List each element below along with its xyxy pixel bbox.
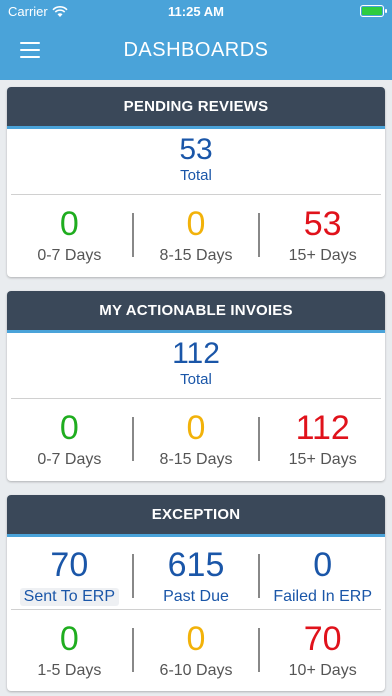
exception-past-due[interactable]: 615 Past Due [134,546,259,606]
pending-reviews-buckets: 0 0-7 Days 0 8-15 Days 53 15+ Days [7,195,385,275]
actionable-invoices-card[interactable]: MY ACTIONABLE INVOIES 112 Total 0 0-7 Da… [7,291,385,481]
exception-title: EXCEPTION [7,495,385,537]
bucket-6-10-days[interactable]: 0 6-10 Days [134,620,259,680]
bucket-value: 0 [186,205,206,243]
bucket-8-15-days[interactable]: 0 8-15 Days [134,409,259,469]
bucket-label: 10+ Days [288,662,357,679]
exception-summary: 70 Sent To ERP 615 Past Due 0 Failed In … [7,537,385,609]
summary-value: 0 [313,546,333,584]
bucket-value: 0 [59,409,79,447]
actionable-invoices-total-value: 112 [172,337,220,370]
battery-icon [360,5,387,17]
bucket-value: 53 [303,205,342,243]
pending-reviews-total-value: 53 [179,133,213,166]
pending-reviews-total-label: Total [180,167,212,184]
bucket-0-7-days[interactable]: 0 0-7 Days [7,409,132,469]
exception-failed-in-erp[interactable]: 0 Failed In ERP [260,546,385,606]
bucket-value: 112 [295,409,350,447]
pending-reviews-card[interactable]: PENDING REVIEWS 53 Total 0 0-7 Days 0 8-… [7,87,385,277]
bucket-label: 15+ Days [288,247,357,264]
pending-reviews-title: PENDING REVIEWS [7,87,385,129]
bucket-value: 0 [59,205,79,243]
bucket-label: 8-15 Days [159,451,233,468]
summary-label: Sent To ERP [19,588,119,606]
clock: 11:25 AM [168,4,224,19]
bucket-0-7-days[interactable]: 0 0-7 Days [7,205,132,265]
bucket-1-5-days[interactable]: 0 1-5 Days [7,620,132,680]
bucket-value: 0 [186,409,206,447]
actionable-invoices-total-label: Total [180,371,212,388]
bucket-value: 0 [59,620,79,658]
bucket-15-plus-days[interactable]: 112 15+ Days [260,409,385,469]
bucket-8-15-days[interactable]: 0 8-15 Days [134,205,259,265]
bucket-label: 15+ Days [288,451,357,468]
bucket-label: 6-10 Days [159,662,233,679]
bucket-label: 0-7 Days [37,247,102,264]
app-header: Carrier 11:25 AM DASHBOARDS [0,0,392,80]
bucket-value: 0 [186,620,206,658]
pending-reviews-total[interactable]: 53 Total [7,129,385,194]
bucket-15-plus-days[interactable]: 53 15+ Days [260,205,385,265]
bucket-10-plus-days[interactable]: 70 10+ Days [260,620,385,680]
bucket-value: 70 [303,620,342,658]
summary-label: Past Due [163,588,229,605]
bucket-label: 1-5 Days [37,662,102,679]
exception-sent-to-erp[interactable]: 70 Sent To ERP [7,546,132,606]
actionable-invoices-total[interactable]: 112 Total [7,333,385,398]
actionable-invoices-title: MY ACTIONABLE INVOIES [7,291,385,333]
actionable-invoices-buckets: 0 0-7 Days 0 8-15 Days 112 15+ Days [7,399,385,479]
summary-value: 615 [167,546,225,584]
bucket-label: 8-15 Days [159,247,233,264]
page-title: DASHBOARDS [123,39,269,61]
summary-label: Failed In ERP [273,588,373,605]
exception-card[interactable]: EXCEPTION 70 Sent To ERP 615 Past Due 0 … [7,495,385,691]
exception-buckets: 0 1-5 Days 0 6-10 Days 70 10+ Days [7,610,385,690]
status-bar: Carrier 11:25 AM [0,0,392,22]
bucket-label: 0-7 Days [37,451,102,468]
summary-value: 70 [50,546,89,584]
